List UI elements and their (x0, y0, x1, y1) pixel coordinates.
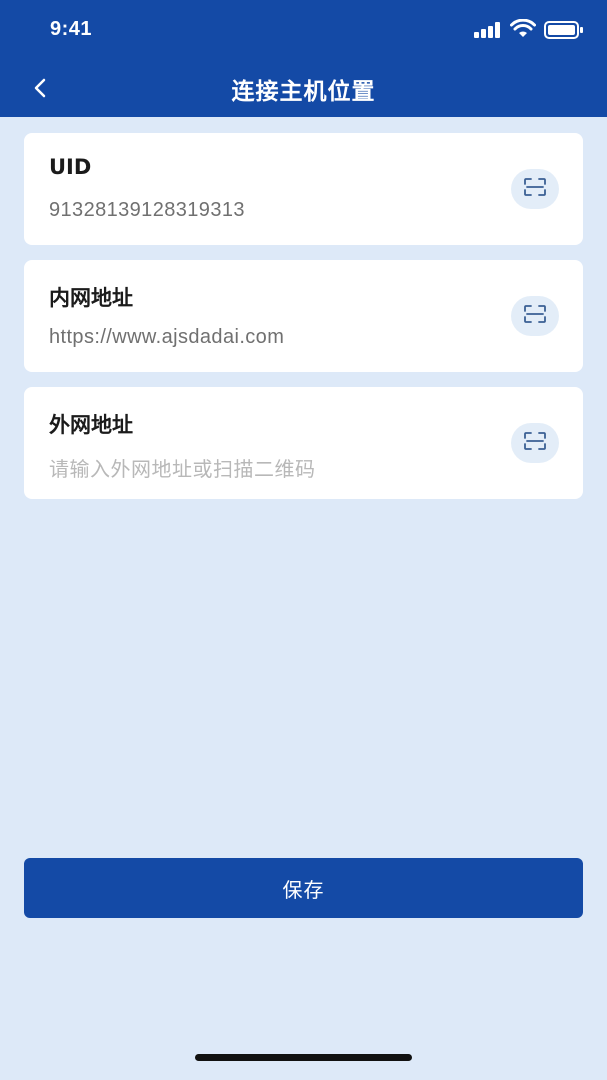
scan-icon (524, 305, 546, 327)
uid-card: UID 91328139128319313 (24, 133, 583, 245)
save-button[interactable]: 保存 (24, 858, 583, 918)
intranet-address-card: 内网地址 https://www.ajsdadai.com (24, 260, 583, 372)
status-time: 9:41 (50, 18, 93, 40)
uid-scan-button[interactable] (511, 169, 559, 209)
uid-input[interactable]: 91328139128319313 (49, 199, 489, 222)
scan-icon (524, 178, 546, 200)
status-bar: 9:41 (0, 0, 607, 60)
scan-icon (524, 432, 546, 454)
extranet-address-card: 外网地址 请输入外网地址或扫描二维码 (24, 387, 583, 499)
intranet-address-input[interactable]: https://www.ajsdadai.com (49, 326, 489, 349)
page-title: 连接主机位置 (231, 79, 376, 105)
app-header: 9:41 连接主机位置 (0, 0, 607, 117)
extranet-address-label: 外网地址 (49, 413, 133, 437)
cellular-signal-icon (474, 22, 502, 42)
nav-bar: 连接主机位置 (0, 60, 607, 117)
extranet-scan-button[interactable] (511, 423, 559, 463)
intranet-scan-button[interactable] (511, 296, 559, 336)
extranet-address-input[interactable]: 请输入外网地址或扫描二维码 (49, 453, 489, 482)
wifi-icon (510, 18, 536, 43)
home-indicator[interactable] (195, 1054, 412, 1061)
battery-icon (544, 21, 584, 43)
intranet-address-label: 内网地址 (49, 286, 133, 310)
uid-label: UID (49, 155, 92, 179)
